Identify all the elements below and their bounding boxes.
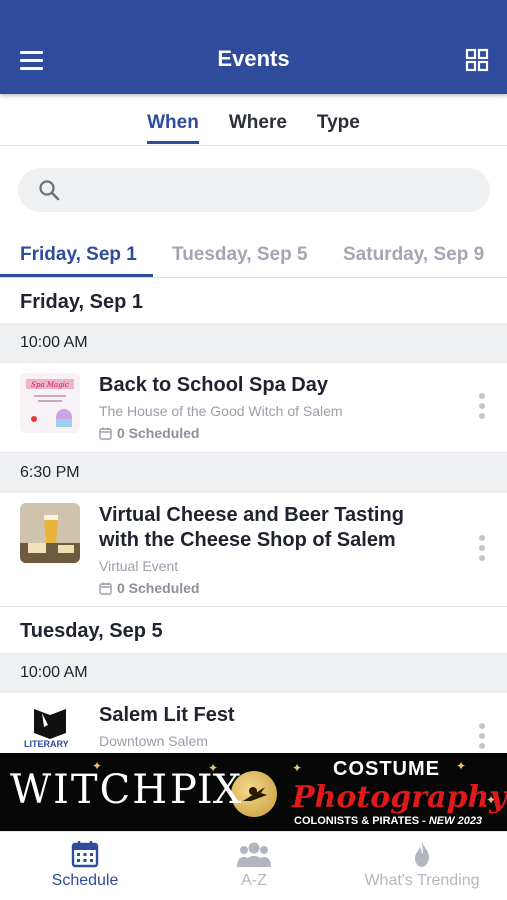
- nav-a-z[interactable]: A-Z: [189, 840, 319, 890]
- page-title: Events: [217, 46, 290, 71]
- svg-text:LITERARY: LITERARY: [24, 739, 69, 749]
- tab-type[interactable]: Type: [317, 94, 360, 146]
- grid-view-icon[interactable]: [465, 48, 489, 72]
- event-title: Virtual Cheese and Beer Tasting with the…: [99, 504, 404, 551]
- filter-tabs: When Where Type: [0, 94, 507, 146]
- nav-schedule[interactable]: Schedule: [20, 840, 150, 890]
- people-icon: [237, 842, 271, 867]
- day-header: Tuesday, Sep 5: [0, 608, 507, 654]
- time-header: 6:30 PM: [0, 453, 507, 493]
- active-tab-indicator: [0, 274, 153, 277]
- ad-subline: COLONISTS & PIRATES - NEW 2023: [294, 815, 483, 827]
- event-venue: Virtual Event: [99, 558, 179, 574]
- sparkle-icon: ✦: [292, 761, 303, 775]
- event-venue: Downtown Salem: [99, 733, 208, 749]
- date-tabs: Friday, Sep 1 Tuesday, Sep 5 Saturday, S…: [0, 232, 507, 278]
- scheduled-count: 0 Scheduled: [99, 425, 199, 441]
- event-venue: The House of the Good Witch of Salem: [99, 403, 343, 419]
- ad-headline: COSTUME: [333, 758, 440, 780]
- date-tab-sep-9[interactable]: Saturday, Sep 9: [343, 244, 484, 266]
- flame-icon: [415, 841, 429, 867]
- nav-label: A-Z: [241, 872, 267, 889]
- scheduled-count: 0 Scheduled: [99, 580, 199, 596]
- ad-script-text: Photography: [292, 780, 507, 815]
- date-tab-sep-1[interactable]: Friday, Sep 1: [20, 244, 137, 266]
- event-thumbnail: Spa Magic: [20, 373, 80, 433]
- nav-label: What's Trending: [364, 872, 480, 889]
- ad-brand-right: PIX: [170, 767, 242, 813]
- more-options-icon[interactable]: [479, 723, 485, 749]
- event-row[interactable]: Spa Magic Back to School Spa Day The Hou…: [0, 363, 507, 453]
- more-options-icon[interactable]: [479, 535, 485, 561]
- calendar-icon: [71, 841, 99, 868]
- more-options-icon[interactable]: [479, 393, 485, 419]
- date-tab-sep-5[interactable]: Tuesday, Sep 5: [172, 244, 308, 266]
- event-row[interactable]: Virtual Cheese and Beer Tasting with the…: [0, 493, 507, 607]
- time-header: 10:00 AM: [0, 653, 507, 693]
- nav-whats-trending[interactable]: What's Trending: [357, 840, 487, 890]
- event-title: Salem Lit Fest: [99, 704, 235, 726]
- event-thumbnail: LITERARY: [20, 703, 80, 753]
- calendar-small-icon: [99, 582, 112, 595]
- app-bar: Events: [0, 0, 507, 94]
- sparkle-icon: ✦: [456, 759, 467, 773]
- calendar-small-icon: [99, 427, 112, 440]
- svg-text:Spa Magic: Spa Magic: [31, 381, 69, 389]
- ad-brand-left: WITCH: [10, 767, 170, 813]
- time-header: 10:00 AM: [0, 323, 507, 363]
- tab-when[interactable]: When: [147, 94, 199, 146]
- search-icon: [39, 180, 60, 201]
- day-header: Friday, Sep 1: [0, 279, 507, 325]
- event-thumbnail: [20, 503, 80, 563]
- event-title: Back to School Spa Day: [99, 374, 328, 396]
- event-row[interactable]: LITERARY Salem Lit Fest Downtown Salem: [0, 693, 507, 753]
- ad-banner[interactable]: ✦ ✦ ✦ ✦ ✦ WITCH PIX COSTUME Photography …: [0, 753, 507, 831]
- nav-label: Schedule: [51, 872, 119, 889]
- tab-where[interactable]: Where: [229, 94, 287, 146]
- bottom-navigation: Schedule A-Z What's Trending: [0, 831, 507, 900]
- search-input[interactable]: [18, 168, 490, 212]
